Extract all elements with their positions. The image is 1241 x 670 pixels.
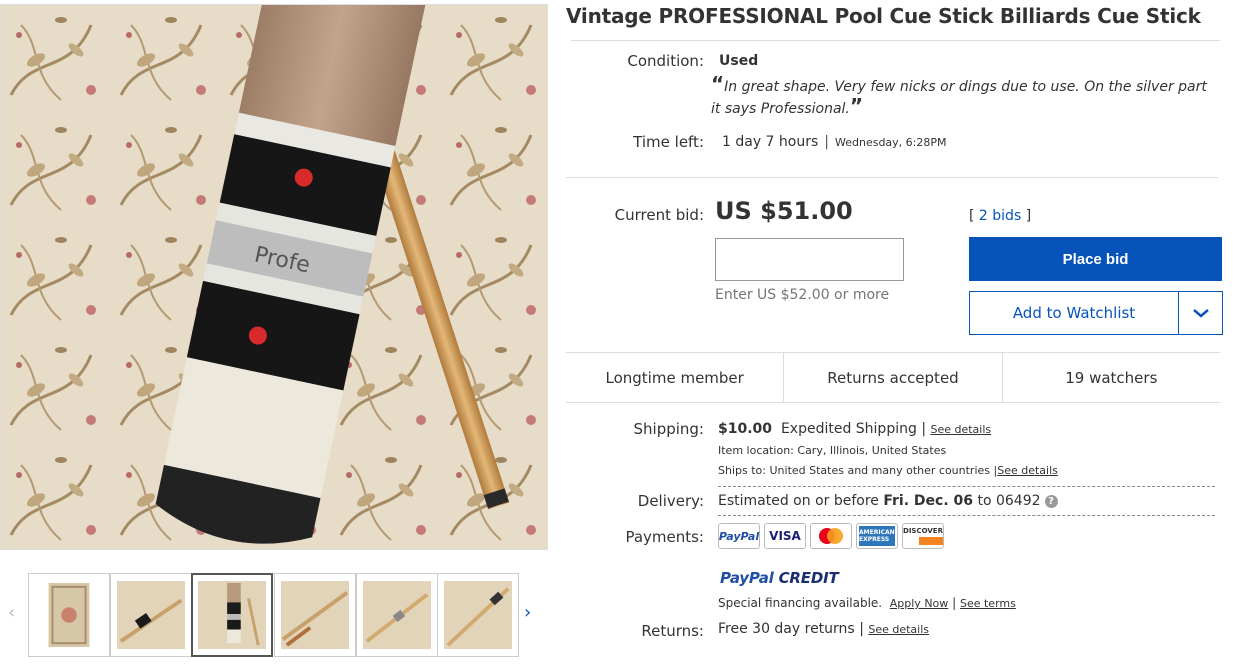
divider	[566, 177, 1218, 178]
paypal-credit-word-paypal: PayPal	[720, 569, 774, 587]
delivery-prefix: Estimated on or before	[718, 493, 879, 509]
rug-thumbnail-image	[48, 582, 90, 648]
bracket-open: [	[969, 208, 979, 224]
thumbnail-3[interactable]	[191, 573, 273, 657]
cue-thumbnail-image	[117, 581, 185, 649]
returns-value: Free 30 day returns	[718, 621, 855, 637]
cue-thumbnail-image	[444, 581, 512, 649]
paypal-credit-logo: PayPal CREDIT	[720, 569, 839, 587]
seller-highlights: Longtime member Returns accepted 19 watc…	[566, 352, 1220, 403]
separator: |	[952, 596, 957, 610]
item-title: Vintage PROFESSIONAL Pool Cue Stick Bill…	[566, 4, 1201, 28]
cue-thumbnail-image	[363, 581, 431, 649]
thumbnail-1[interactable]	[28, 573, 110, 657]
bid-history-link[interactable]: 2 bids	[979, 208, 1021, 224]
thumbnail-5[interactable]	[356, 573, 438, 657]
current-bid-label: Current bid:	[614, 206, 704, 224]
special-financing: Special financing available. Apply Now |…	[718, 596, 1016, 610]
dashed-divider	[718, 515, 1215, 516]
delivery-zip: 06492	[995, 493, 1041, 509]
separator: |	[859, 621, 864, 637]
discover-stripe	[903, 537, 943, 545]
delivery-estimate: Estimated on or before Fri. Dec. 06 to 0…	[718, 493, 1058, 509]
cue-closeup-thumbnail-image	[198, 581, 266, 649]
shipping-label: Shipping:	[633, 420, 705, 438]
ships-to-value: United States and many other countries	[769, 464, 991, 477]
payments-label: Payments:	[625, 528, 704, 546]
separator: |	[921, 421, 927, 437]
item-location: Item location: Cary, Illinois, United St…	[718, 444, 946, 457]
returns-policy: Free 30 day returns | See details	[718, 621, 929, 637]
delivery-label: Delivery:	[637, 492, 704, 510]
item-location-value: Cary, Illinois, United States	[797, 444, 947, 457]
quote-open: “	[711, 72, 725, 96]
chevron-down-icon	[1192, 309, 1209, 318]
quote-close: ”	[849, 94, 864, 118]
financing-text: Special financing available.	[718, 596, 883, 610]
ships-to-details-link[interactable]: See details	[997, 464, 1058, 477]
chevron-right-icon[interactable]: ›	[524, 603, 531, 623]
add-to-watchlist-button[interactable]: Add to Watchlist	[969, 291, 1179, 335]
condition-note-text: In great shape. Very few nicks or dings …	[711, 79, 1207, 117]
payment-methods: PayPal VISA AMERICAN EXPRESS DISCOVER	[718, 523, 944, 549]
shipping-details-link[interactable]: See details	[930, 423, 991, 436]
badge-watchers: 19 watchers	[1001, 353, 1220, 402]
cue-thumbnail-image	[281, 581, 349, 649]
delivery-date: Fri. Dec. 06	[883, 493, 973, 509]
bid-count: [ 2 bids ]	[969, 208, 1031, 224]
main-product-image[interactable]: Profe	[0, 4, 548, 550]
ships-to-label: Ships to:	[718, 464, 766, 477]
badge-returns-accepted: Returns accepted	[783, 353, 1001, 402]
time-remaining: 1 day 7 hours	[722, 134, 819, 150]
cue-stick-photo: Profe	[1, 5, 547, 549]
returns-details-link[interactable]: See details	[868, 623, 929, 636]
paypal-credit-word-credit: CREDIT	[778, 569, 839, 587]
time-left-label: Time left:	[633, 133, 704, 151]
mastercard-circles	[819, 528, 843, 544]
divider	[571, 40, 1220, 41]
shipping-method: Expedited Shipping	[780, 421, 917, 437]
end-time: Wednesday, 6:28PM	[835, 136, 947, 149]
dashed-divider	[718, 486, 1215, 487]
mastercard-icon	[810, 523, 852, 549]
delivery-to: to	[977, 493, 992, 509]
ships-to: Ships to: United States and many other c…	[718, 464, 1058, 477]
shipping-price: $10.00	[718, 421, 773, 437]
item-location-label: Item location:	[718, 444, 794, 457]
seller-condition-note: “In great shape. Very few nicks or dings…	[711, 74, 1211, 120]
current-bid-price: US $51.00	[715, 197, 853, 225]
badge-longtime-member: Longtime member	[605, 368, 744, 387]
time-left-value: 1 day 7 hours | Wednesday, 6:28PM	[722, 134, 947, 150]
condition-value: Used	[719, 53, 759, 69]
shipping-line: $10.00 Expedited Shipping | See details	[718, 421, 991, 437]
watchlist-dropdown-button[interactable]	[1178, 291, 1223, 335]
place-bid-button[interactable]: Place bid	[969, 237, 1222, 281]
discover-label: DISCOVER	[903, 527, 943, 535]
apply-now-link[interactable]: Apply Now	[890, 597, 949, 610]
separator: |	[824, 134, 829, 150]
thumbnail-4[interactable]	[274, 573, 356, 657]
thumbnail-2[interactable]	[110, 573, 192, 657]
bid-amount-input[interactable]	[715, 238, 904, 281]
bracket-close: ]	[1021, 208, 1032, 224]
thumbnail-gallery: ‹ ›	[0, 573, 548, 657]
thumbnail-6[interactable]	[437, 573, 519, 657]
condition-label: Condition:	[627, 52, 704, 70]
help-icon[interactable]: ?	[1044, 494, 1058, 508]
chevron-left-icon[interactable]: ‹	[8, 603, 15, 623]
visa-icon: VISA	[764, 523, 806, 549]
bid-hint: Enter US $52.00 or more	[715, 287, 890, 303]
discover-icon: DISCOVER	[902, 523, 944, 549]
american-express-icon: AMERICAN EXPRESS	[856, 523, 898, 549]
amex-label: AMERICAN EXPRESS	[859, 526, 895, 546]
paypal-icon: PayPal	[718, 523, 760, 549]
returns-label: Returns:	[641, 622, 704, 640]
see-terms-link[interactable]: See terms	[960, 597, 1016, 610]
